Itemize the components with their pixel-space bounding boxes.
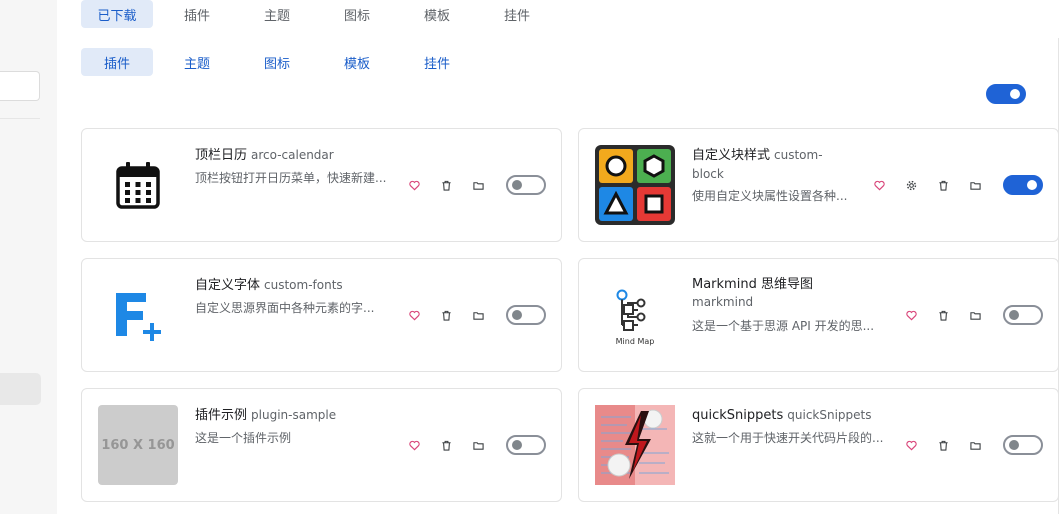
- plugin-card-markmind: Mind Map Markmind 思维导图 markmind 这是一个基于思源…: [578, 258, 1059, 372]
- gear-icon[interactable]: [895, 174, 927, 196]
- plugin-package: markmind: [692, 295, 754, 309]
- plugin-description: 这就一个用于快速开关代码片段的...: [692, 431, 884, 445]
- subtab-icons[interactable]: 图标: [241, 48, 313, 76]
- placeholder-caption: 160 X 160: [101, 437, 175, 453]
- folder-icon[interactable]: [462, 434, 494, 456]
- tab-themes[interactable]: 主题: [241, 0, 313, 28]
- calendar-icon: [98, 145, 178, 225]
- top-tabs: 已下载 插件 主题 图标 模板 挂件: [81, 0, 561, 28]
- plugin-name: 自定义块样式: [692, 148, 771, 163]
- subtab-widgets[interactable]: 挂件: [401, 48, 473, 76]
- side-search-input[interactable]: [0, 71, 40, 101]
- trash-icon[interactable]: [927, 174, 959, 196]
- plugin-enable-toggle[interactable]: [506, 305, 546, 325]
- plugin-enable-toggle[interactable]: [506, 175, 546, 195]
- folder-icon[interactable]: [959, 434, 991, 456]
- plugin-enable-toggle[interactable]: [1003, 435, 1043, 455]
- trash-icon[interactable]: [927, 434, 959, 456]
- tab-icons[interactable]: 图标: [321, 0, 393, 28]
- plugin-name: 自定义字体: [195, 278, 261, 293]
- plugin-name: 顶栏日历: [195, 148, 248, 163]
- folder-icon[interactable]: [462, 174, 494, 196]
- side-selected-item[interactable]: [0, 373, 41, 405]
- plugin-name: quickSnippets: [692, 408, 784, 423]
- plugin-card-custom-block: 自定义块样式 custom-block 使用自定义块属性设置各种...: [578, 128, 1059, 242]
- subtab-templates[interactable]: 模板: [321, 48, 393, 76]
- trash-icon[interactable]: [927, 304, 959, 326]
- heart-icon[interactable]: [398, 174, 430, 196]
- plugin-card-custom-fonts: 自定义字体 custom-fonts 自定义思源界面中各种元素的字...: [81, 258, 562, 372]
- enable-all-plugins-toggle[interactable]: [986, 84, 1026, 104]
- plugin-description: 顶栏按钮打开日历菜单，快速新建...: [195, 171, 387, 185]
- heart-icon[interactable]: [398, 304, 430, 326]
- heart-icon[interactable]: [895, 304, 927, 326]
- downloaded-sub-tabs: 插件 主题 图标 模板 挂件: [81, 48, 481, 76]
- heart-icon[interactable]: [398, 434, 430, 456]
- plugin-package: quickSnippets: [787, 408, 872, 422]
- plugin-card-plugin-sample: 160 X 160 插件示例 plugin-sample 这是一个插件示例: [81, 388, 562, 502]
- side-divider: [0, 118, 40, 119]
- plugin-enable-toggle[interactable]: [1003, 305, 1043, 325]
- plugin-package: custom-fonts: [264, 278, 343, 292]
- heart-icon[interactable]: [863, 174, 895, 196]
- folder-icon[interactable]: [959, 174, 991, 196]
- subtab-themes[interactable]: 主题: [161, 48, 233, 76]
- plugin-description: 这是一个插件示例: [195, 431, 292, 445]
- tab-templates[interactable]: 模板: [401, 0, 473, 28]
- plugin-description: 这是一个基于思源 API 开发的思...: [692, 319, 875, 333]
- plugin-enable-toggle[interactable]: [1003, 175, 1043, 195]
- plugin-enable-toggle[interactable]: [506, 435, 546, 455]
- plugin-description: 自定义思源界面中各种元素的字...: [195, 301, 375, 315]
- placeholder-image-icon: 160 X 160: [98, 405, 178, 485]
- mind-map-caption: Mind Map: [615, 336, 655, 346]
- font-f-plus-icon: [98, 275, 178, 355]
- plugin-card-quicksnippets: quickSnippets quickSnippets 这就一个用于快速开关代码片…: [578, 388, 1059, 502]
- shapes-grid-icon: [595, 145, 675, 225]
- side-panel: [0, 0, 57, 514]
- tab-downloaded[interactable]: 已下载: [81, 0, 153, 28]
- plugin-package: plugin-sample: [251, 408, 337, 422]
- trash-icon[interactable]: [430, 174, 462, 196]
- plugin-name: Markmind 思维导图: [692, 277, 813, 292]
- plugin-package: arco-calendar: [251, 148, 334, 162]
- mind-map-icon: Mind Map: [595, 275, 675, 355]
- trash-icon[interactable]: [430, 304, 462, 326]
- folder-icon[interactable]: [959, 304, 991, 326]
- folder-icon[interactable]: [462, 304, 494, 326]
- plugin-description: 使用自定义块属性设置各种...: [692, 189, 848, 203]
- tab-widgets[interactable]: 挂件: [481, 0, 553, 28]
- lightning-snippets-icon: [595, 405, 675, 485]
- subtab-plugins[interactable]: 插件: [81, 48, 153, 76]
- tab-plugins[interactable]: 插件: [161, 0, 233, 28]
- plugin-name: 插件示例: [195, 408, 248, 423]
- heart-icon[interactable]: [895, 434, 927, 456]
- trash-icon[interactable]: [430, 434, 462, 456]
- plugin-card-arco-calendar: 顶栏日历 arco-calendar 顶栏按钮打开日历菜单，快速新建...: [81, 128, 562, 242]
